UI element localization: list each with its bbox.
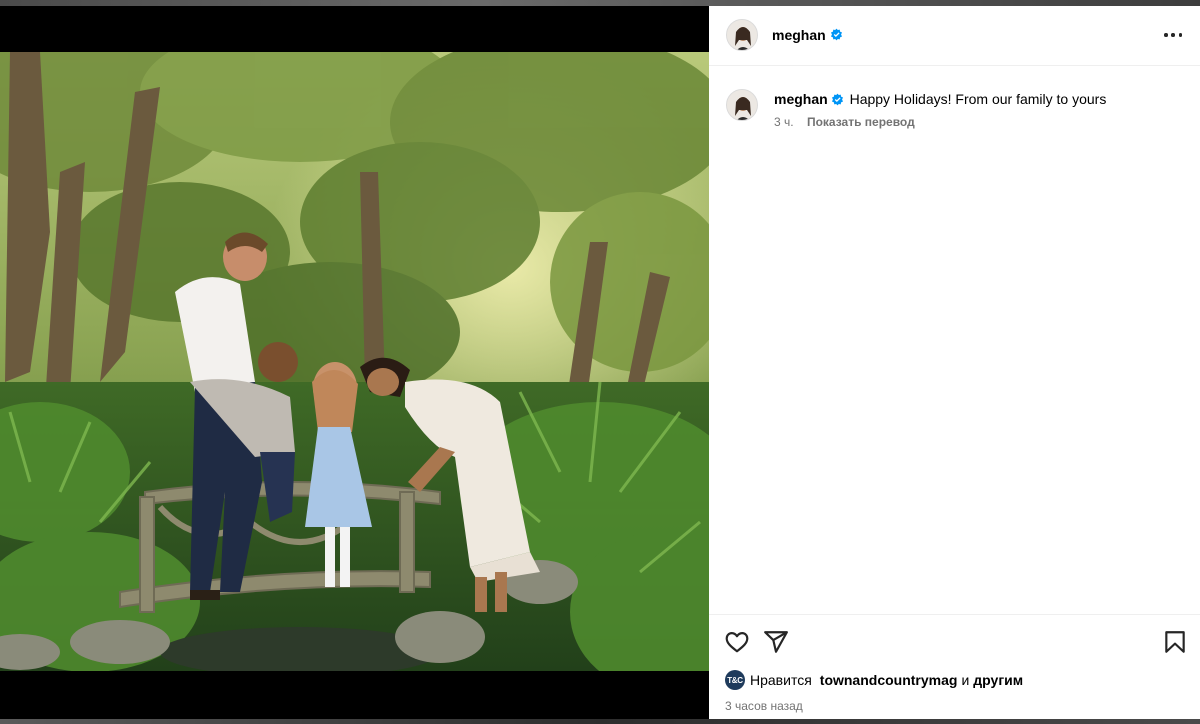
- caption-author-avatar[interactable]: [726, 89, 758, 121]
- author-username[interactable]: meghan: [772, 27, 826, 43]
- caption-line: meghan Happy Holidays! From our family t…: [774, 90, 1194, 108]
- likes-prefix: Нравится: [750, 672, 812, 688]
- paper-plane-glyph: [764, 631, 788, 653]
- family-garden-photo: [0, 52, 709, 671]
- heart-glyph: [725, 632, 749, 653]
- more-dot: [1164, 33, 1168, 37]
- avatar-image: [727, 20, 757, 50]
- post-timestamp[interactable]: 3 часов назад: [725, 699, 803, 713]
- avatar-image: [727, 90, 757, 120]
- author-avatar[interactable]: [726, 19, 758, 51]
- bookmark-glyph: [1165, 631, 1185, 653]
- post-side-panel: meghan meghan Happy Holidays! From our f…: [709, 6, 1200, 719]
- backdrop-bottom: [0, 719, 1200, 724]
- more-options-icon[interactable]: [1162, 24, 1184, 46]
- more-dot: [1178, 33, 1182, 37]
- likes-others-link[interactable]: другим: [973, 672, 1023, 688]
- post-media: [0, 6, 709, 719]
- verified-badge-icon: [831, 93, 843, 106]
- likes-summary: T&C Нравится townandcountrymag и другим: [725, 669, 1023, 691]
- paper-plane-icon[interactable]: [763, 629, 789, 655]
- verified-badge-icon: [827, 26, 843, 44]
- post-actions-section: T&C Нравится townandcountrymag и другим …: [709, 614, 1200, 719]
- caption-time[interactable]: 3 ч.: [774, 115, 794, 129]
- liked-by-username[interactable]: townandcountrymag: [820, 672, 958, 688]
- caption-username[interactable]: meghan: [774, 91, 828, 107]
- more-dot: [1171, 33, 1175, 37]
- liked-by-avatar[interactable]: T&C: [725, 670, 745, 690]
- caption-text: Happy Holidays! From our family to yours: [849, 91, 1107, 107]
- post-photo[interactable]: [0, 52, 709, 671]
- caption-meta: 3 ч. Показать перевод: [774, 115, 915, 129]
- likes-and: и: [961, 672, 970, 688]
- bookmark-icon[interactable]: [1162, 629, 1188, 655]
- heart-icon[interactable]: [724, 629, 750, 655]
- post-header: meghan: [709, 6, 1200, 66]
- show-translation-link[interactable]: Показать перевод: [807, 115, 915, 129]
- verified-badge-glyph: [830, 28, 843, 41]
